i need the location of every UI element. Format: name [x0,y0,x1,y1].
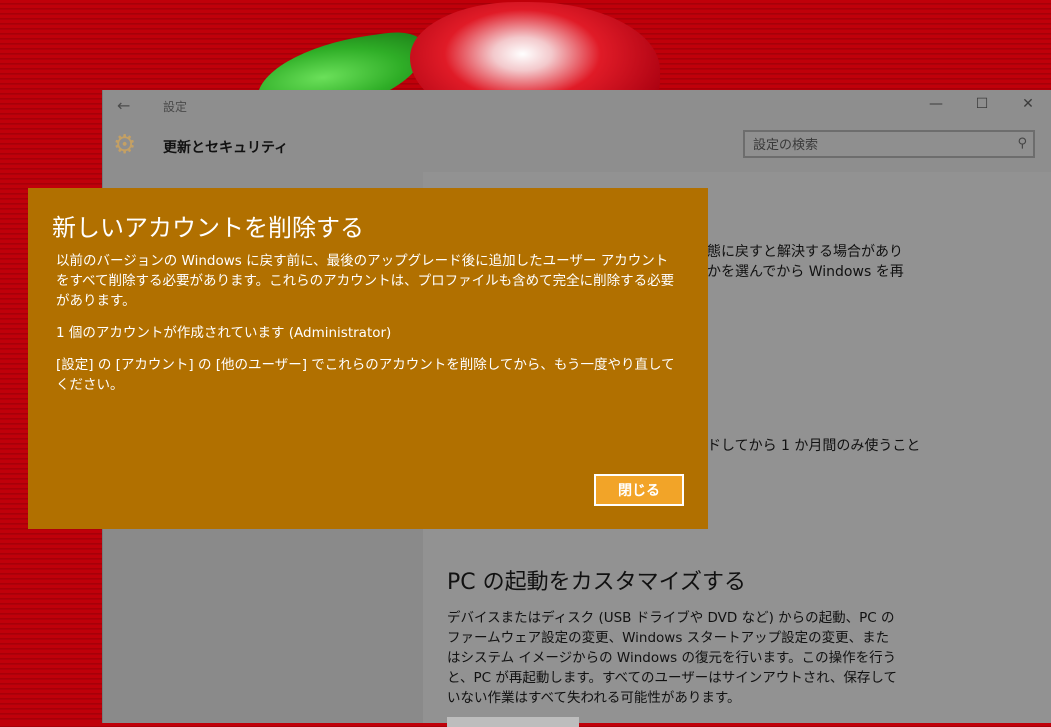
section-description: デバイスまたはディスク (USB ドライブや DVD など) からの起動、PC … [447,610,897,706]
minimize-button[interactable]: — [921,96,951,112]
remove-accounts-dialog: 新しいアカウントを削除する 以前のバージョンの Windows に戻す前に、最後… [28,188,708,529]
section-title: PC の起動をカスタマイズする [447,570,746,595]
dialog-instruction: [設定] の [アカウント] の [他のユーザー] でこれらのアカウントを削除し… [56,357,675,393]
background-text-fragment: 態に戻すと解決する場合があり [707,244,903,260]
background-text-fragment: ドしてから 1 か月間のみ使うこと [707,438,921,454]
back-arrow-icon[interactable]: ← [117,96,130,115]
close-button[interactable]: 閉じる [594,474,684,506]
search-icon[interactable]: ⚲ [1017,136,1027,151]
page-title: 更新とセキュリティ [163,140,289,156]
dialog-body: 以前のバージョンの Windows に戻す前に、最後のアップグレード後に追加した… [56,251,681,407]
close-window-button[interactable]: ✕ [1013,96,1043,112]
maximize-button[interactable]: ☐ [967,96,997,112]
restart-now-button[interactable] [447,717,579,727]
background-text-fragment: かを選んでから Windows を再 [707,264,904,280]
search-box[interactable]: ⚲ [743,130,1035,158]
dialog-paragraph: 以前のバージョンの Windows に戻す前に、最後のアップグレード後に追加した… [56,253,675,309]
gear-icon: ⚙ [113,130,137,160]
dialog-title: 新しいアカウントを削除する [52,214,364,242]
window-title: 設定 [163,100,188,114]
settings-header: ⚙ 更新とセキュリティ ⚲ [103,122,1051,172]
account-count-text: 1 個のアカウントが作成されています (Administrator) [56,325,392,341]
search-input[interactable] [753,137,1003,153]
title-bar: ← 設定 — ☐ ✕ [103,90,1051,122]
